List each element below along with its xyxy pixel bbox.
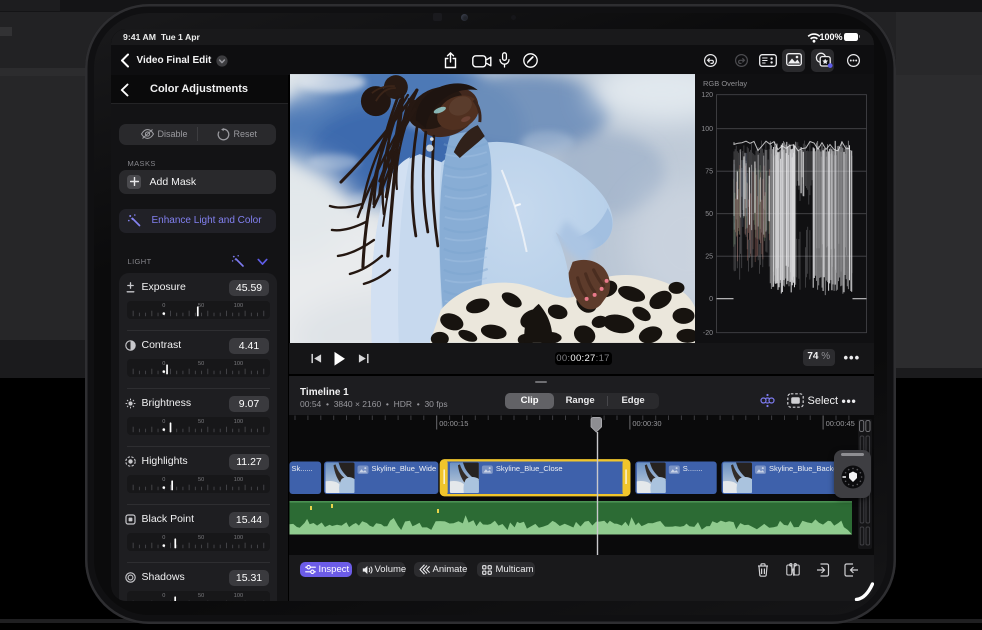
svg-text:100: 100 bbox=[233, 477, 242, 483]
svg-text:Sk......: Sk...... bbox=[292, 464, 313, 473]
svg-text:100: 100 bbox=[233, 303, 242, 309]
svg-text:50: 50 bbox=[197, 419, 203, 425]
svg-text:50: 50 bbox=[197, 477, 203, 483]
svg-text:0: 0 bbox=[162, 419, 165, 425]
svg-text:S.......: S....... bbox=[683, 464, 703, 473]
svg-text:00:00:30: 00:00:30 bbox=[632, 419, 661, 428]
svg-text:0: 0 bbox=[162, 361, 165, 367]
svg-text:0: 0 bbox=[162, 593, 165, 599]
svg-text:25: 25 bbox=[705, 254, 713, 261]
svg-text:0: 0 bbox=[162, 535, 165, 541]
svg-text:100: 100 bbox=[233, 361, 242, 367]
svg-text:100: 100 bbox=[233, 419, 242, 425]
svg-text:50: 50 bbox=[197, 361, 203, 367]
svg-text:Skyline_Blue_Close: Skyline_Blue_Close bbox=[496, 464, 563, 473]
svg-text:50: 50 bbox=[197, 535, 203, 541]
svg-text:100: 100 bbox=[233, 593, 242, 599]
svg-text:0: 0 bbox=[162, 303, 165, 309]
svg-text:00:00:45: 00:00:45 bbox=[826, 419, 855, 428]
svg-text:Skyline_Blue_Wide: Skyline_Blue_Wide bbox=[372, 464, 437, 473]
svg-text:0: 0 bbox=[709, 296, 713, 303]
svg-text:50: 50 bbox=[705, 211, 713, 218]
svg-text:120: 120 bbox=[701, 92, 713, 99]
svg-text:00:00:15: 00:00:15 bbox=[439, 419, 468, 428]
svg-text:50: 50 bbox=[197, 593, 203, 599]
svg-text:50: 50 bbox=[197, 303, 203, 309]
svg-text:-20: -20 bbox=[703, 330, 713, 337]
svg-text:100: 100 bbox=[233, 535, 242, 541]
svg-text:RGB Overlay: RGB Overlay bbox=[703, 79, 747, 88]
svg-text:100: 100 bbox=[701, 126, 713, 133]
svg-text:0: 0 bbox=[162, 477, 165, 483]
svg-text:75: 75 bbox=[705, 169, 713, 176]
